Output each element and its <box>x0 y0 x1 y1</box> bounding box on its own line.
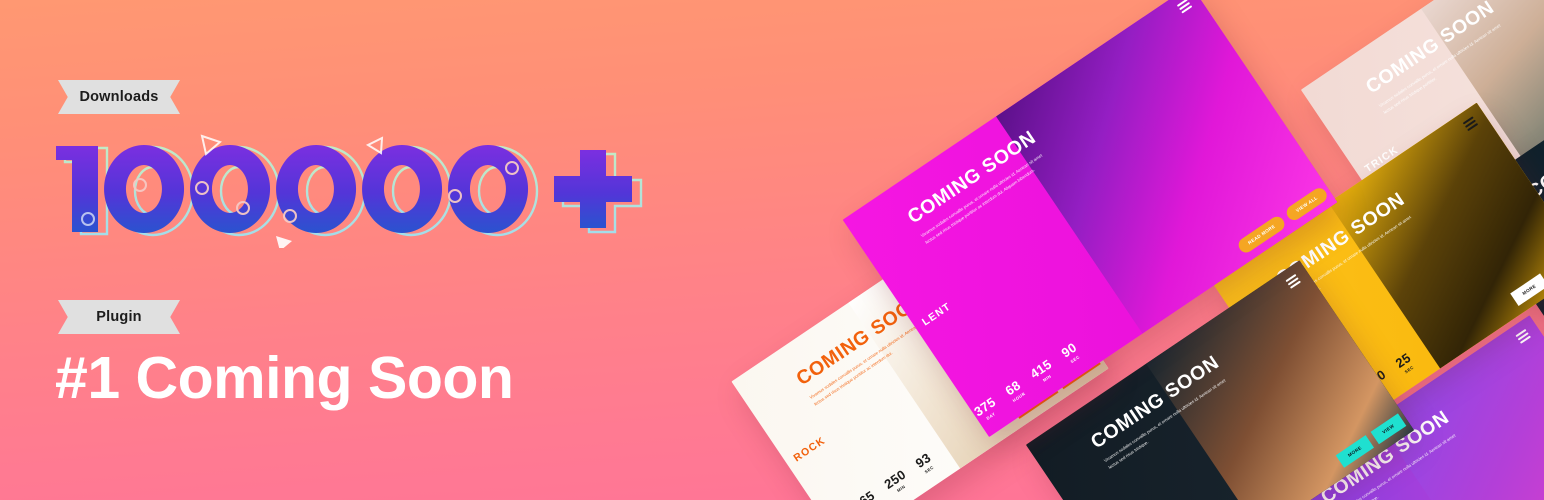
countdown-unit: 68 HOUR <box>1002 377 1027 403</box>
page-title: #1 Coming Soon <box>55 345 514 411</box>
countdown-value: 65 <box>856 487 878 500</box>
card-title: COMING SOON <box>903 126 1040 229</box>
downloads-ribbon: Downloads <box>58 80 180 114</box>
downloads-count <box>52 128 672 248</box>
plugin-ribbon: Plugin <box>58 300 180 334</box>
downloads-count-digits <box>56 145 632 233</box>
hero-left-column: Downloads Plugin #1 Coming Soon <box>0 0 720 500</box>
card-mockup-cluster: LENT COMING SOON Vivamus sodales convallis… <box>700 0 1544 500</box>
downloads-count-graphic <box>56 134 643 248</box>
card-brand-label: LENT <box>920 300 954 329</box>
downloads-ribbon-label: Downloads <box>79 89 159 105</box>
card-brand-label: ROCK <box>791 434 828 465</box>
countdown-unit: 65HOUR <box>856 487 881 500</box>
plugin-ribbon-label: Plugin <box>96 309 142 325</box>
